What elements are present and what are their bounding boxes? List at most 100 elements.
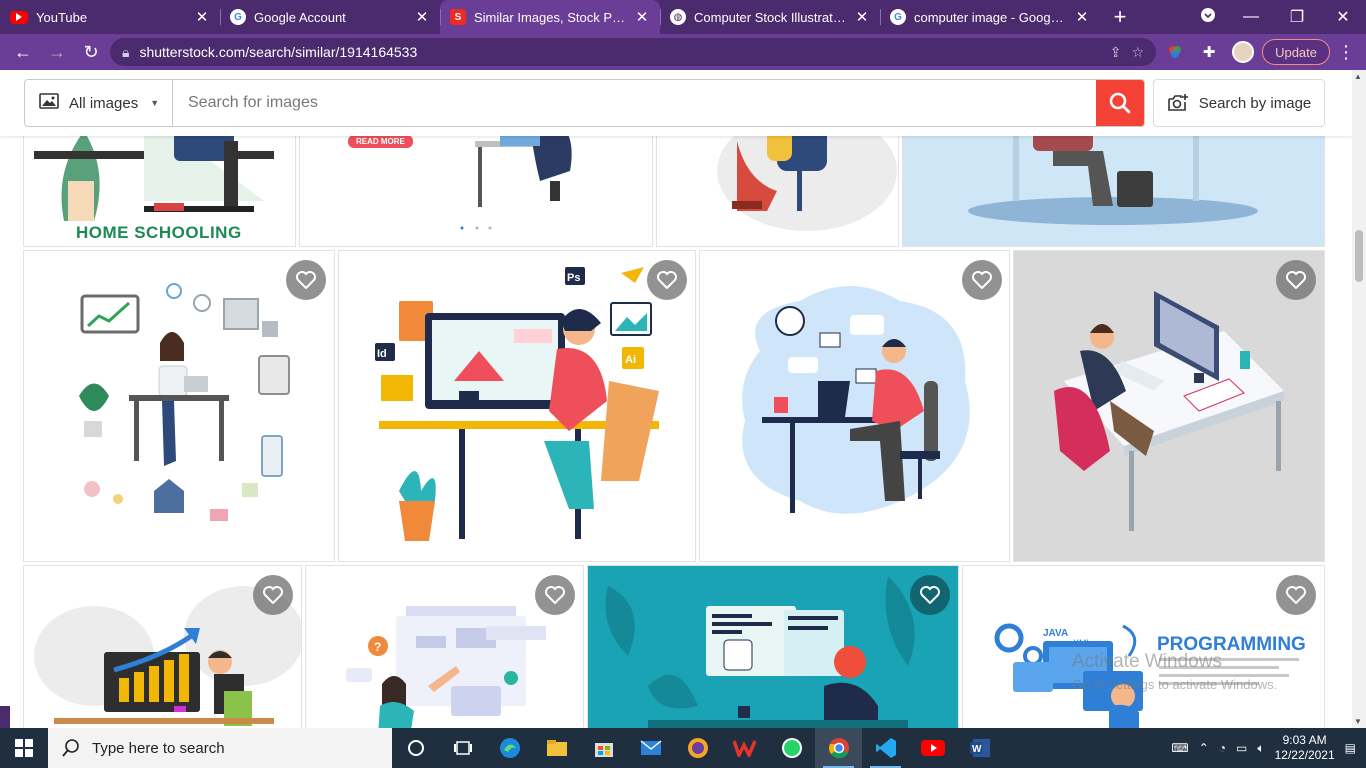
result-tile[interactable]: JAVA XML SQL PROGRAMMING: [962, 565, 1325, 728]
tab-google-search[interactable]: G computer image - Google Se ✕: [880, 0, 1100, 34]
search-by-image-button[interactable]: Search by image: [1153, 79, 1325, 127]
file-explorer-icon[interactable]: [533, 728, 580, 768]
result-tile[interactable]: [1013, 250, 1325, 562]
mail-icon[interactable]: [627, 728, 674, 768]
system-tray: ⌨︎ ⌃ ◔ ▭ 🔈︎ 9:03 AM 12/22/2021 ▤: [1171, 733, 1366, 763]
isometric-desk-illustration: [1054, 291, 1284, 531]
word-icon[interactable]: W: [956, 728, 1003, 768]
scroll-up-icon[interactable]: ▲: [1354, 72, 1362, 81]
wifi-icon[interactable]: ◔: [1219, 741, 1226, 755]
store-icon[interactable]: [580, 728, 627, 768]
share-icon[interactable]: ⇪: [1110, 44, 1122, 61]
tab-youtube[interactable]: YouTube ✕: [0, 0, 220, 34]
result-tile[interactable]: ?: [305, 565, 584, 728]
whatsapp-icon[interactable]: [768, 728, 815, 768]
result-tile[interactable]: [587, 565, 959, 728]
image-type-dropdown[interactable]: All images ▼: [25, 80, 173, 126]
tab-google-account[interactable]: G Google Account ✕: [220, 0, 440, 34]
windows-taskbar: Type here to search W ⌨︎ ⌃ ◔ ▭ 🔈︎ 9:03 A…: [0, 728, 1366, 768]
tab-title: Computer Stock Illustrations,: [694, 9, 846, 25]
taskbar-clock[interactable]: 9:03 AM 12/22/2021: [1275, 733, 1335, 763]
battery-icon[interactable]: ▭: [1236, 741, 1247, 755]
favorite-heart-icon[interactable]: [535, 575, 575, 615]
result-tile[interactable]: [699, 250, 1010, 562]
favorite-heart-icon[interactable]: [647, 260, 687, 300]
chrome-icon[interactable]: [815, 728, 862, 768]
vpn-shield-icon[interactable]: [674, 728, 721, 768]
edge-icon[interactable]: [486, 728, 533, 768]
close-tab-icon[interactable]: ✕: [414, 8, 430, 26]
color-extension-icon[interactable]: [1160, 37, 1190, 67]
result-tile[interactable]: [23, 565, 302, 728]
developer-teal-illustration: [605, 576, 915, 728]
close-tab-icon[interactable]: ✕: [194, 8, 210, 26]
read-more-badge: READ MORE: [348, 135, 413, 148]
extensions-puzzle-icon[interactable]: ✚: [1194, 37, 1224, 67]
page-content: HOME SCHOOLING READ MORE Ps Id Ai ? JAVA…: [0, 70, 1352, 728]
bookmark-star-icon[interactable]: ☆: [1132, 44, 1145, 61]
tab-strip: YouTube ✕ G Google Account ✕ S Similar I…: [0, 0, 1366, 34]
search-icon: [62, 739, 79, 757]
maximize-icon[interactable]: ❐: [1274, 7, 1320, 27]
tab-computer-stock[interactable]: ◍ Computer Stock Illustrations, ✕: [660, 0, 880, 34]
address-bar[interactable]: 🔒︎ shutterstock.com/search/similar/19141…: [110, 38, 1157, 66]
volume-icon[interactable]: 🔈︎: [1257, 741, 1264, 756]
close-tab-icon[interactable]: ✕: [1074, 8, 1090, 26]
toolbar: ← → ↻ 🔒︎ shutterstock.com/search/similar…: [0, 34, 1366, 70]
page-scrollbar[interactable]: ▲ ▼: [1352, 70, 1366, 728]
vscode-icon[interactable]: [862, 728, 909, 768]
home-schooling-caption: HOME SCHOOLING: [76, 223, 242, 242]
feedback-tab[interactable]: [0, 706, 10, 728]
result-tile[interactable]: [23, 250, 335, 562]
profile-avatar[interactable]: [1228, 37, 1258, 67]
notifications-icon[interactable]: ▤: [1345, 741, 1356, 755]
new-tab-button[interactable]: +: [1100, 0, 1140, 34]
svg-text:Ai: Ai: [625, 354, 636, 366]
tab-title: Google Account: [254, 9, 346, 25]
favorite-heart-icon[interactable]: [1276, 575, 1316, 615]
chevron-up-icon[interactable]: ⌃: [1199, 741, 1209, 755]
scroll-down-icon[interactable]: ▼: [1354, 717, 1362, 726]
google-icon: G: [890, 9, 906, 25]
taskbar-search-box[interactable]: Type here to search: [48, 728, 392, 768]
close-tab-icon[interactable]: ✕: [854, 8, 870, 26]
globe-icon: ◍: [670, 9, 686, 25]
search-by-image-label: Search by image: [1198, 94, 1312, 112]
close-window-icon[interactable]: ✕: [1320, 7, 1366, 27]
favorite-heart-icon[interactable]: [962, 260, 1002, 300]
search-button[interactable]: [1096, 80, 1144, 126]
camera-plus-icon: [1167, 94, 1188, 111]
result-tile[interactable]: Ps Id Ai: [338, 250, 696, 562]
close-tab-icon[interactable]: ✕: [634, 8, 650, 26]
tab-shutterstock[interactable]: S Similar Images, Stock Photos ✕: [440, 0, 660, 34]
favorite-heart-icon[interactable]: [253, 575, 293, 615]
search-input[interactable]: [173, 80, 1096, 126]
windows-start-icon[interactable]: [0, 728, 48, 768]
favorite-heart-icon[interactable]: [1276, 260, 1316, 300]
image-type-label: All images: [69, 94, 139, 112]
tab-title: YouTube: [36, 9, 88, 25]
back-icon[interactable]: ←: [8, 37, 38, 67]
reload-icon[interactable]: ↻: [76, 37, 106, 67]
wps-office-icon[interactable]: [721, 728, 768, 768]
update-button[interactable]: Update: [1262, 39, 1330, 65]
keyboard-icon[interactable]: ⌨︎: [1171, 741, 1188, 755]
favorite-heart-icon[interactable]: [286, 260, 326, 300]
minimize-icon[interactable]: —: [1228, 8, 1274, 26]
designer-desk-illustration: Ps Id Ai: [375, 267, 659, 541]
scrollbar-thumb[interactable]: [1355, 230, 1363, 282]
activate-windows-subtitle: Go to Settings to activate Windows.: [1072, 677, 1278, 692]
task-view-icon[interactable]: [439, 728, 486, 768]
forward-icon[interactable]: →: [42, 37, 72, 67]
shutterstock-icon: S: [450, 9, 466, 25]
menu-kebab-icon[interactable]: ⋮: [1334, 42, 1358, 63]
tab-title: Similar Images, Stock Photos: [474, 9, 626, 25]
url-text: shutterstock.com/search/similar/19141645…: [139, 44, 418, 60]
favorite-heart-icon[interactable]: [910, 575, 950, 615]
tab-search-icon[interactable]: [1188, 7, 1228, 27]
cortana-icon[interactable]: [392, 728, 439, 768]
youtube-app-icon[interactable]: [909, 728, 956, 768]
lock-icon[interactable]: 🔒︎: [122, 44, 129, 61]
woman-laptop-illustration: [79, 283, 290, 521]
image-icon: [39, 93, 59, 113]
